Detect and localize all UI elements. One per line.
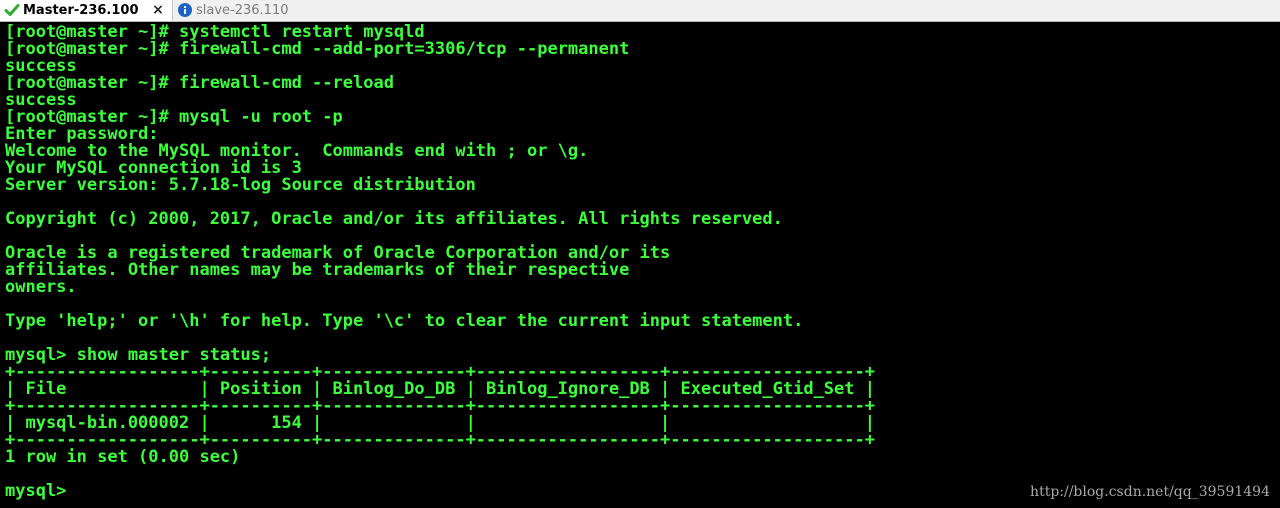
terminal-line: owners. — [5, 277, 77, 297]
terminal-window[interactable]: [root@master ~]# systemctl restart mysql… — [0, 23, 1280, 508]
terminal-line: [root@master ~]# firewall-cmd --add-port… — [5, 39, 630, 59]
terminal-line: Server version: 5.7.18-log Source distri… — [5, 175, 476, 195]
tab-slave[interactable]: slave-236.110 — [173, 0, 295, 21]
terminal-line: Type 'help;' or '\h' for help. Type '\c'… — [5, 311, 804, 331]
tab-master[interactable]: Master-236.100 × — [0, 0, 173, 21]
check-icon — [4, 2, 20, 18]
terminal-line: [root@master ~]# firewall-cmd --reload — [5, 73, 394, 93]
close-icon[interactable]: × — [150, 2, 166, 18]
tab-master-label: Master-236.100 — [23, 2, 139, 18]
tab-slave-label: slave-236.110 — [196, 2, 289, 18]
text-cursor — [77, 484, 87, 499]
terminal-line: affiliates. Other names may be trademark… — [5, 260, 630, 280]
info-icon — [177, 2, 193, 18]
terminal-output: [root@master ~]# systemctl restart mysql… — [0, 23, 1280, 500]
watermark: http://blog.csdn.net/qq_39591494 — [1030, 484, 1270, 500]
terminal-line: Copyright (c) 2000, 2017, Oracle and/or … — [5, 209, 783, 229]
mysql-prompt: mysql> — [5, 481, 77, 501]
terminal-line: [root@master ~]# mysql -u root -p — [5, 107, 343, 127]
terminal-line: 1 row in set (0.00 sec) — [5, 447, 241, 467]
session-tab-bar: Master-236.100 × slave-236.110 — [0, 0, 1280, 22]
